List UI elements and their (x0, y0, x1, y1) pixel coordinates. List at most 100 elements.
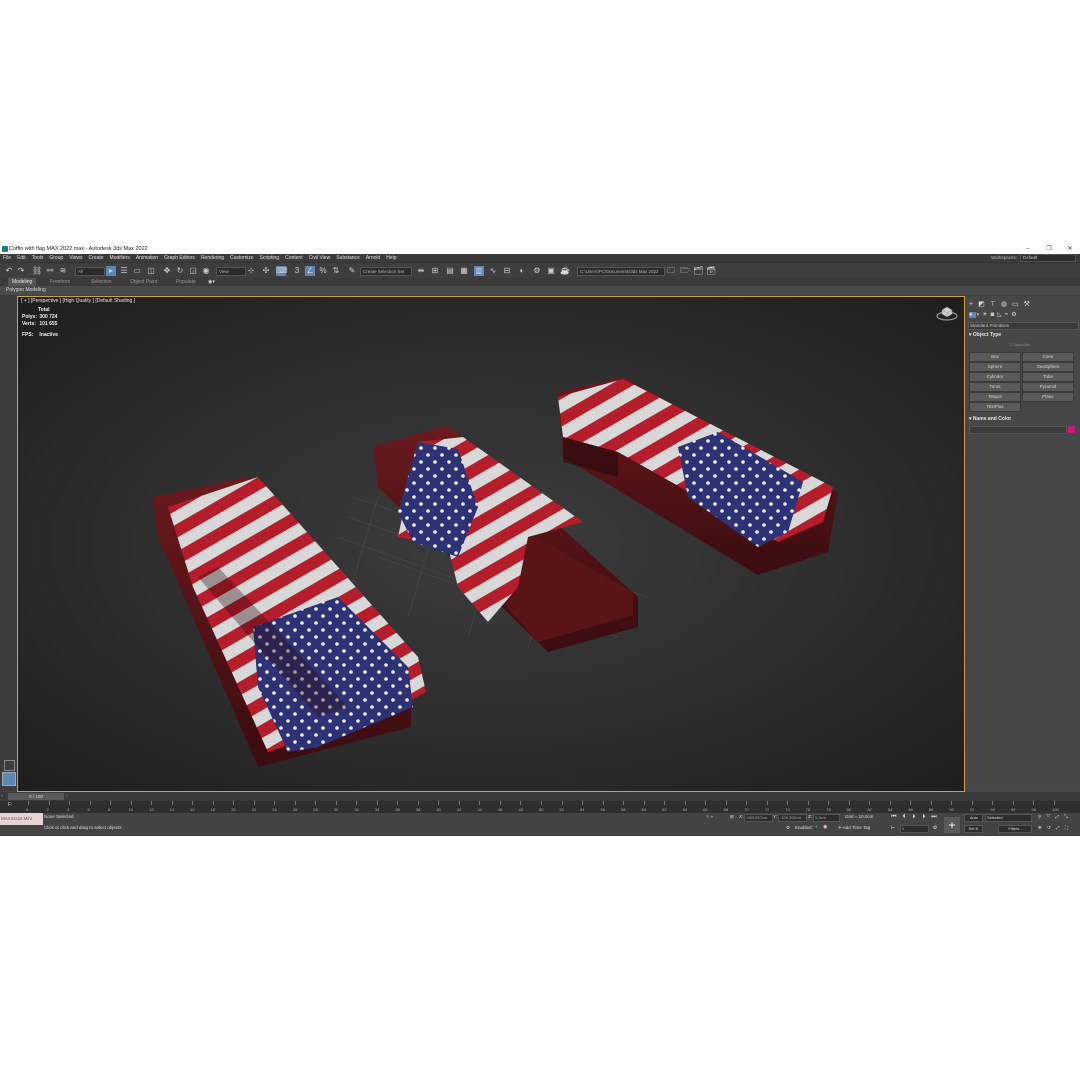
select-by-name-icon[interactable]: ☰ (119, 266, 129, 276)
toggle-ribbon-icon[interactable]: ▥ (474, 266, 484, 276)
set-project-icon[interactable]: 🗁 (680, 266, 690, 276)
toggle-scene-explorer-icon[interactable]: ▦ (459, 266, 469, 276)
geosphere-button[interactable]: GeoSphere (1022, 362, 1074, 372)
set-key-button[interactable]: Set K. (964, 825, 983, 833)
goto-start-icon[interactable]: ⏮ (890, 813, 898, 821)
cone-button[interactable]: Cone (1022, 352, 1074, 362)
teapot-button[interactable]: Teapot (969, 392, 1021, 402)
polygon-modeling-label[interactable]: Polygon Modeling (0, 287, 46, 293)
time-slider-thumb[interactable]: 0 / 100 (8, 793, 64, 800)
tab-object-paint[interactable]: Object Paint (130, 278, 157, 286)
tube-button[interactable]: Tube (1022, 372, 1074, 382)
systems-icon[interactable]: ⚙ (1011, 312, 1019, 318)
asset-tracking-icon[interactable]: 🗃 (706, 266, 716, 276)
geometry-icon[interactable]: ● (969, 312, 976, 318)
time-config-icon[interactable]: ⚙ (931, 824, 939, 832)
unlink-icon[interactable]: ⚯ (45, 266, 55, 276)
modify-tab-icon[interactable]: ◩ (978, 301, 990, 308)
open-folder-icon[interactable]: 🗂 (693, 266, 703, 276)
key-mode-icon[interactable]: ⊢ (889, 824, 897, 832)
material-editor-icon[interactable]: ◐ (517, 266, 527, 276)
goto-end-icon[interactable]: ⏭ (930, 813, 938, 821)
menu-help[interactable]: Help (383, 254, 399, 262)
project-path-dropdown[interactable]: C:\Users\PC\Documents\3ds Max 2022 (577, 267, 665, 276)
x-coordinate-field[interactable]: -583,957cm (744, 814, 773, 822)
object-color-swatch[interactable] (1068, 426, 1075, 433)
menu-create[interactable]: Create (86, 254, 107, 262)
nav-orbit-icons[interactable]: ✥ ↺ ⤢ ⛶ (1038, 825, 1070, 831)
select-place-icon[interactable]: ◉ (201, 266, 211, 276)
angle-snap-icon[interactable]: ∠ (305, 266, 315, 276)
restore-button[interactable]: ❐ (1039, 244, 1059, 254)
current-frame-field[interactable]: 0 (900, 825, 929, 833)
spinner-snap-icon[interactable]: ⇅ (331, 266, 341, 276)
menu-rendering[interactable]: Rendering (198, 254, 227, 262)
use-pivot-icon[interactable]: ⊹ (246, 266, 256, 276)
nav-zoom-icons[interactable]: ⚲ ⤧ ⤢ ⤡ (1038, 814, 1070, 820)
pyramid-button[interactable]: Pyramid (1022, 382, 1074, 392)
key-filters-button[interactable]: Filters... (998, 825, 1032, 833)
object-type-header[interactable]: ▾ Object Type (969, 332, 1001, 338)
plane-button[interactable]: Plane (1022, 392, 1074, 402)
add-time-tag-link[interactable]: ✛ Add Time Tag (838, 825, 870, 831)
lights-icon[interactable]: ☀ (982, 312, 990, 318)
hierarchy-tab-icon[interactable]: ⊤ (990, 301, 1001, 308)
menu-arnold[interactable]: Arnold (363, 254, 383, 262)
select-scale-icon[interactable]: ◲ (188, 266, 198, 276)
isolate-icon[interactable]: ⚲ ⌖ (706, 814, 713, 820)
menu-group[interactable]: Group (46, 254, 66, 262)
tab-freeform[interactable]: Freeform (50, 278, 70, 286)
next-frame-icon[interactable]: ⏵ (920, 813, 928, 821)
workspace-dropdown[interactable]: Default (1020, 254, 1076, 262)
time-tag-icon[interactable]: ◉ (823, 824, 827, 830)
autogrid-checkbox[interactable]: ☐ AutoGrid (1010, 342, 1030, 347)
select-move-icon[interactable]: ✥ (162, 266, 172, 276)
expand-layout-icon[interactable] (4, 760, 15, 771)
cylinder-button[interactable]: Cylinder (969, 372, 1021, 382)
object-name-input[interactable] (969, 426, 1067, 434)
create-tab-icon[interactable]: + (969, 301, 978, 308)
menu-graph-editors[interactable]: Graph Editors (161, 254, 198, 262)
select-rotate-icon[interactable]: ↻ (175, 266, 185, 276)
close-button[interactable]: ✕ (1060, 244, 1080, 254)
z-coordinate-field[interactable]: 0,0cm (813, 814, 840, 822)
play-icon[interactable]: ⏵ (910, 813, 918, 821)
display-tab-icon[interactable]: ▭ (1012, 301, 1024, 308)
align-icon[interactable]: ⊞ (430, 266, 440, 276)
auto-key-button[interactable]: Auto (964, 814, 983, 822)
time-slider[interactable]: ‹ 0 / 100 › (0, 792, 1080, 801)
selection-filter-dropdown[interactable]: All (75, 267, 105, 276)
viewport-layout-icon[interactable] (2, 772, 16, 786)
sphere-button[interactable]: Sphere (969, 362, 1021, 372)
redo-icon[interactable]: ↷ (16, 266, 26, 276)
perspective-viewport[interactable]: [ + ] [Perspective ] [High Quality ] [De… (17, 296, 965, 792)
mirror-icon[interactable]: ⇹ (416, 266, 426, 276)
ref-coord-dropdown[interactable]: View (216, 267, 246, 276)
snap-icon[interactable]: 3 (292, 266, 302, 276)
tab-populate[interactable]: Populate (176, 278, 196, 286)
keyboard-shortcut-icon[interactable]: ⌨ (276, 266, 288, 276)
menu-civil-view[interactable]: Civil View (306, 254, 334, 262)
layer-explorer-icon[interactable]: ▤ (445, 266, 455, 276)
menu-edit[interactable]: Edit (14, 254, 29, 262)
teapot-render-icon[interactable]: ☕ (560, 266, 570, 276)
slider-left-arrow-icon[interactable]: ‹ (1, 793, 3, 799)
menu-modifiers[interactable]: Modifiers (107, 254, 133, 262)
rendered-frame-icon[interactable]: ▣ (546, 266, 556, 276)
project-folder-icon[interactable]: 🗀 (666, 266, 676, 276)
edit-named-sel-icon[interactable]: ✎ (347, 266, 357, 276)
enabled-indicator-icon[interactable]: ● (815, 824, 818, 830)
name-color-header[interactable]: ▾ Name and Color (969, 416, 1011, 422)
tab-modeling[interactable]: Modeling (8, 278, 37, 286)
curve-editor-icon[interactable]: ∿ (488, 266, 498, 276)
motion-tab-icon[interactable]: ◍ (1001, 301, 1012, 308)
menu-tools[interactable]: Tools (29, 254, 47, 262)
box-button[interactable]: Box (969, 352, 1021, 362)
previous-frame-icon[interactable]: ⏴ (900, 813, 908, 821)
minimize-button[interactable]: – (1018, 244, 1038, 254)
named-selection-dropdown[interactable]: Create Selection Set (360, 267, 412, 276)
menu-file[interactable]: File (0, 254, 14, 262)
set-key-icon[interactable]: + (944, 817, 960, 833)
utilities-tab-icon[interactable]: ⚒ (1024, 301, 1035, 308)
torus-button[interactable]: Torus (969, 382, 1021, 392)
